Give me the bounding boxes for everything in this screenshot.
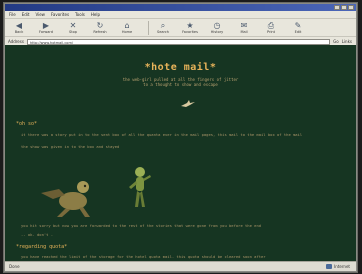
forward-button[interactable]: ▶ Forward — [36, 21, 56, 34]
history-label: History — [210, 30, 224, 34]
search-label: Search — [156, 30, 170, 34]
status-zone: Internet — [326, 264, 356, 269]
stop-label: Stop — [69, 30, 77, 34]
menu-bar: File Edit View Favorites Tools Help — [5, 11, 356, 19]
minimize-button[interactable] — [334, 5, 340, 10]
back-label: Back — [14, 30, 24, 34]
print-label: Print — [266, 30, 276, 34]
menu-edit[interactable]: Edit — [22, 12, 30, 17]
menu-file[interactable]: File — [9, 12, 16, 17]
edit-button[interactable]: ✎ Edit — [288, 21, 308, 34]
status-bar: Done Internet — [5, 261, 356, 271]
section1-caption: you hit sorry but now you are forwarded … — [21, 223, 262, 228]
forward-icon: ▶ — [42, 21, 50, 30]
refresh-label: Refresh — [93, 30, 107, 34]
menu-favorites[interactable]: Favorites — [51, 12, 69, 17]
section-heading-oh-so: *oh so* — [16, 121, 38, 127]
home-label: Home — [121, 30, 133, 34]
menu-help[interactable]: Help — [91, 12, 100, 17]
history-icon: ◷ — [213, 21, 221, 30]
toolbar: ◀ Back ▶ Forward ✕ Stop ↻ Refresh ⌂ Home… — [5, 19, 356, 37]
refresh-icon: ↻ — [96, 21, 104, 30]
favorites-label: Favorites — [182, 30, 198, 34]
address-input[interactable]: http://www.hotmail.com/ — [26, 38, 331, 45]
section1-footer: -- ok. don't - — [21, 232, 54, 237]
toolbar-separator — [148, 21, 149, 35]
address-label: Address — [8, 39, 24, 44]
mail-button[interactable]: ✉ Mail — [234, 21, 254, 34]
section1-paragraph-2: the show was given in to the box and sta… — [21, 144, 120, 149]
internet-zone-icon — [326, 264, 333, 269]
print-button[interactable]: ⎙ Print — [261, 21, 281, 34]
section2-paragraph-1: you have reached the limit of the storag… — [21, 254, 266, 259]
search-button[interactable]: ⌕ Search — [153, 21, 173, 34]
figure-right-image — [129, 167, 151, 207]
figure-left-image — [41, 181, 90, 217]
browser-window: File Edit View Favorites Tools Help ◀ Ba… — [4, 3, 357, 272]
menu-view[interactable]: View — [35, 12, 45, 17]
back-icon: ◀ — [15, 21, 23, 30]
close-button[interactable] — [348, 5, 354, 10]
section-heading-regarding-quota: *regarding quota* — [16, 244, 68, 250]
edit-icon: ✎ — [294, 21, 302, 30]
history-button[interactable]: ◷ History — [207, 21, 227, 34]
title-bar — [5, 4, 356, 11]
page-content: *hote mail* the web-girl pulled at all t… — [5, 45, 356, 261]
search-icon: ⌕ — [160, 21, 166, 30]
go-button[interactable]: Go — [333, 39, 339, 44]
status-text: Done — [9, 264, 20, 269]
stop-button[interactable]: ✕ Stop — [63, 21, 83, 34]
bird-image — [181, 100, 195, 107]
mail-label: Mail — [240, 30, 248, 34]
menu-tools[interactable]: Tools — [75, 12, 85, 17]
edit-label: Edit — [294, 30, 302, 34]
back-button[interactable]: ◀ Back — [9, 21, 29, 34]
forward-label: Forward — [38, 30, 54, 34]
subtitle-line-2: to a thought to show and escape — [143, 82, 218, 87]
print-icon: ⎙ — [267, 21, 275, 30]
links-button[interactable]: Links — [342, 39, 352, 44]
refresh-button[interactable]: ↻ Refresh — [90, 21, 110, 34]
section1-paragraph-1: it there was a story put in to the sent … — [21, 132, 303, 137]
stop-icon: ✕ — [69, 21, 77, 30]
mail-icon: ✉ — [240, 21, 248, 30]
maximize-button[interactable] — [341, 5, 347, 10]
home-button[interactable]: ⌂ Home — [117, 21, 137, 34]
favorites-button[interactable]: ★ Favorites — [180, 21, 200, 34]
page-title: *hote mail* — [144, 62, 217, 73]
favorites-icon: ★ — [186, 21, 194, 30]
status-zone-label: Internet — [334, 264, 350, 269]
page-subtitle: the web-girl pulled at all the fingers o… — [5, 77, 356, 87]
home-icon: ⌂ — [124, 21, 130, 30]
